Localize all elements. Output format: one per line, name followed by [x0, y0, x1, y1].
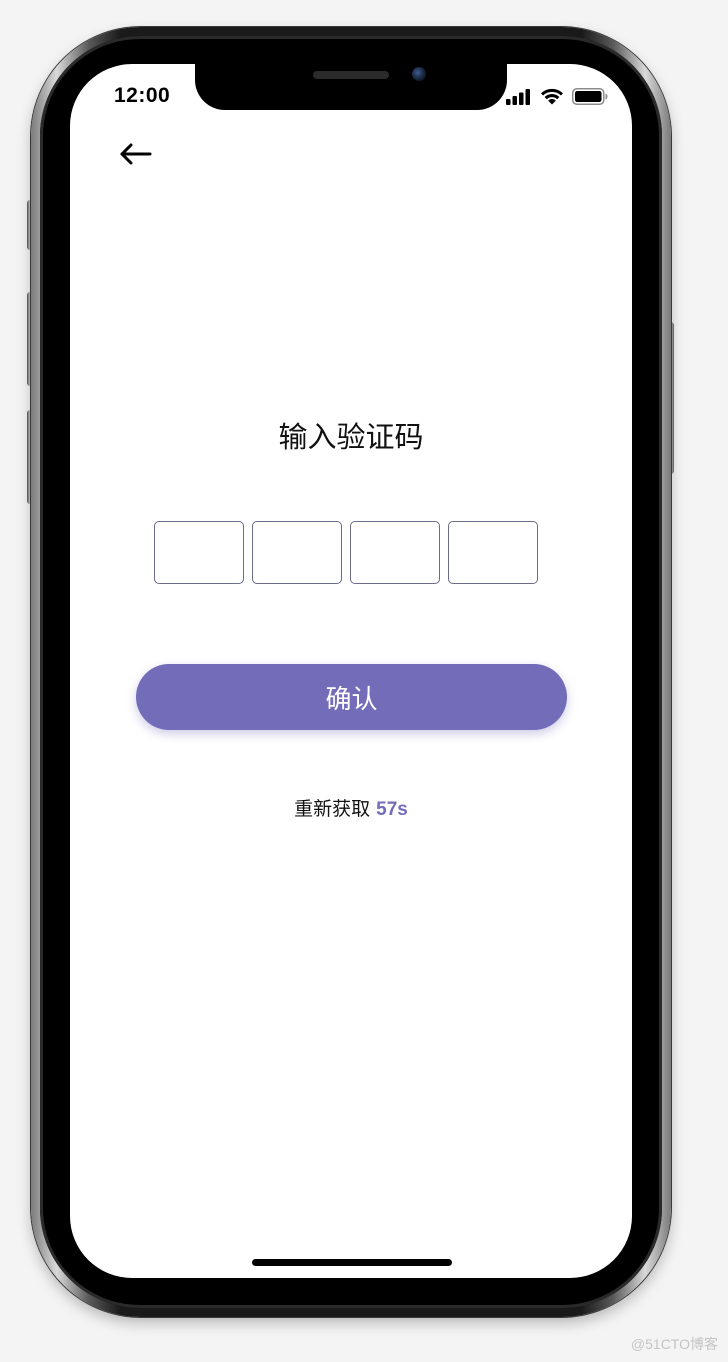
- phone-screen: 12:00 输入验证码 确认 重新获取 57s: [70, 64, 632, 1278]
- verification-code-input: [154, 521, 538, 584]
- resend-label: 重新获取: [294, 798, 371, 820]
- watermark: @51CTO博客: [630, 1336, 718, 1352]
- notch: [195, 64, 507, 110]
- status-icons: [506, 88, 608, 105]
- resend-countdown: 57s: [376, 799, 408, 820]
- status-time: 12:00: [114, 84, 171, 107]
- page-title: 输入验证码: [278, 420, 424, 454]
- home-indicator[interactable]: [252, 1259, 452, 1266]
- speaker: [313, 71, 389, 79]
- confirm-button-label: 确认: [325, 684, 378, 715]
- resend-code[interactable]: 重新获取 57s: [70, 794, 632, 821]
- confirm-button[interactable]: 确认: [136, 664, 567, 730]
- arrow-left-icon: [120, 143, 152, 165]
- battery-icon: [572, 88, 608, 105]
- code-digit-box-2[interactable]: [252, 521, 342, 584]
- canvas: 12:00 输入验证码 确认 重新获取 57s @51CTO博客: [0, 0, 728, 1362]
- code-digit-box-4[interactable]: [448, 521, 538, 584]
- code-digit-box-1[interactable]: [154, 521, 244, 584]
- front-camera: [412, 67, 426, 81]
- cellular-signal-icon: [506, 88, 530, 105]
- code-digit-box-3[interactable]: [350, 521, 440, 584]
- back-button[interactable]: [116, 138, 156, 170]
- wifi-icon: [541, 88, 563, 105]
